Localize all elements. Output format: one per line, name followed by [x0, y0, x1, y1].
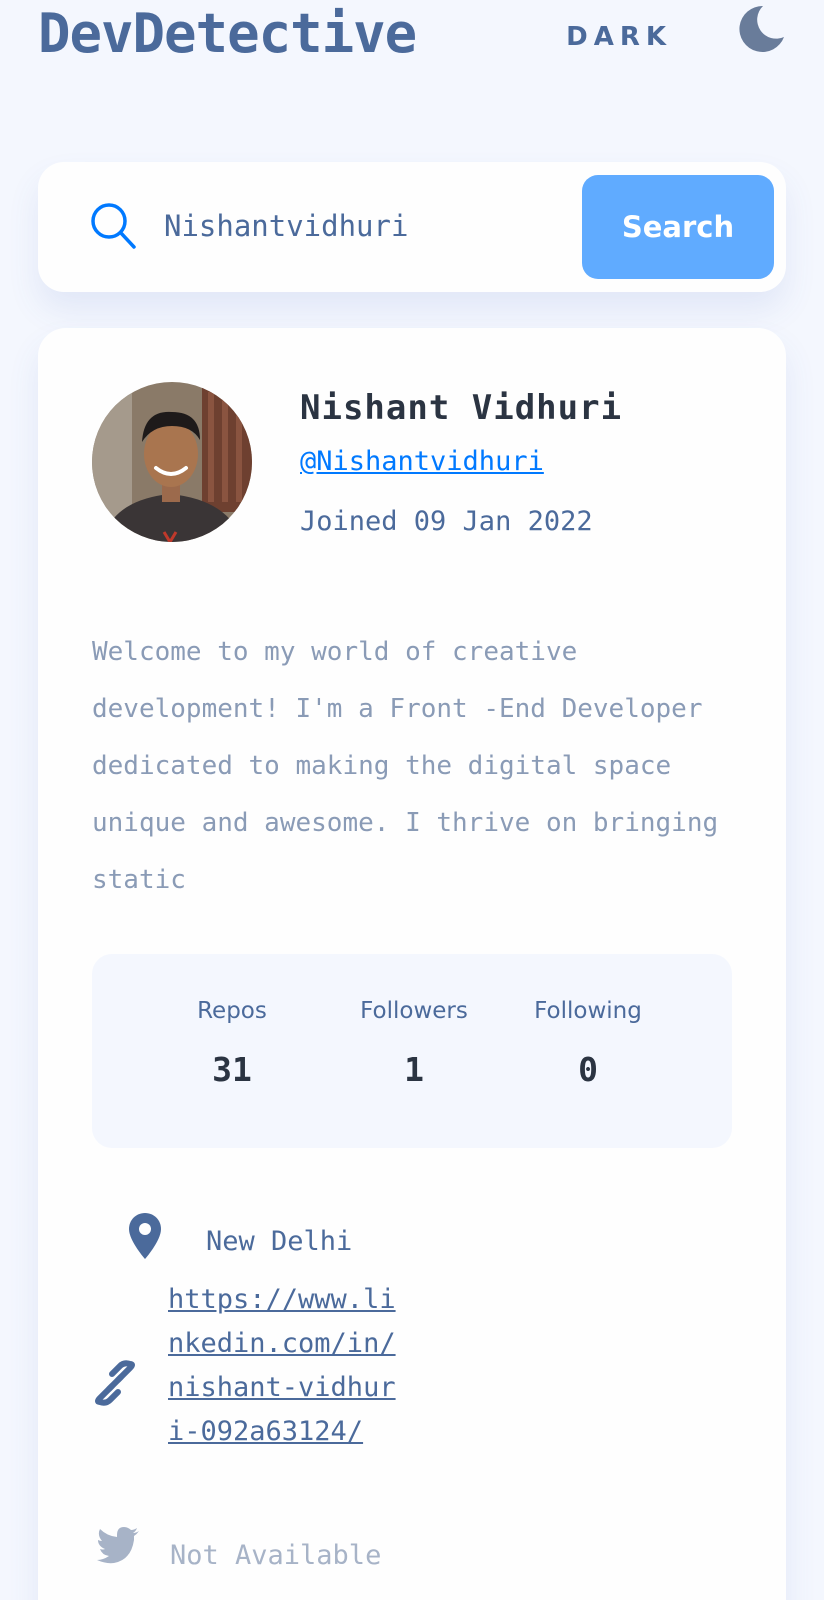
stat-repos: Repos 31 [142, 998, 322, 1089]
moon-icon[interactable] [736, 4, 786, 54]
app-header: DevDetective DARK [38, 0, 786, 80]
app-page: DevDetective DARK Search [0, 0, 824, 1600]
stat-label: Repos [197, 998, 267, 1024]
search-button[interactable]: Search [582, 175, 774, 279]
theme-label[interactable]: DARK [566, 22, 672, 52]
stat-label: Followers [360, 998, 468, 1024]
twitter-text: Not Available [170, 1540, 382, 1571]
location-pin-icon [129, 1213, 161, 1259]
profile-bio: Welcome to my world of creative developm… [92, 637, 719, 895]
blog-link[interactable]: https://www.linkedin.com/in/nishant-vidh… [168, 1278, 408, 1454]
location-row: New Delhi [92, 1212, 732, 1272]
twitter-icon [97, 1527, 139, 1564]
link-icon [95, 1360, 135, 1406]
app-logo[interactable]: DevDetective [38, 2, 417, 65]
stat-label: Following [534, 998, 642, 1024]
stat-followers: Followers 1 [324, 998, 504, 1089]
stat-value: 1 [404, 1050, 424, 1089]
stats-panel: Repos 31 Followers 1 Following 0 [92, 954, 732, 1148]
location-text: New Delhi [206, 1226, 353, 1257]
avatar [92, 382, 252, 542]
profile-name: Nishant Vidhuri [300, 388, 623, 428]
stat-following: Following 0 [498, 998, 678, 1089]
stat-value: 0 [578, 1050, 598, 1089]
search-input[interactable] [164, 200, 584, 252]
blog-row: https://www.linkedin.com/in/nishant-vidh… [92, 1278, 732, 1508]
search-icon [91, 203, 136, 249]
stat-value: 31 [212, 1050, 252, 1089]
profile-card: Nishant Vidhuri @Nishantvidhuri Joined 0… [38, 328, 786, 1600]
twitter-row: Not Available [92, 1524, 732, 1584]
search-bar: Search [38, 162, 786, 292]
profile-login-link[interactable]: @Nishantvidhuri [300, 446, 544, 477]
theme-toggle[interactable]: DARK [566, 4, 786, 60]
joined-date: Joined 09 Jan 2022 [300, 506, 593, 537]
